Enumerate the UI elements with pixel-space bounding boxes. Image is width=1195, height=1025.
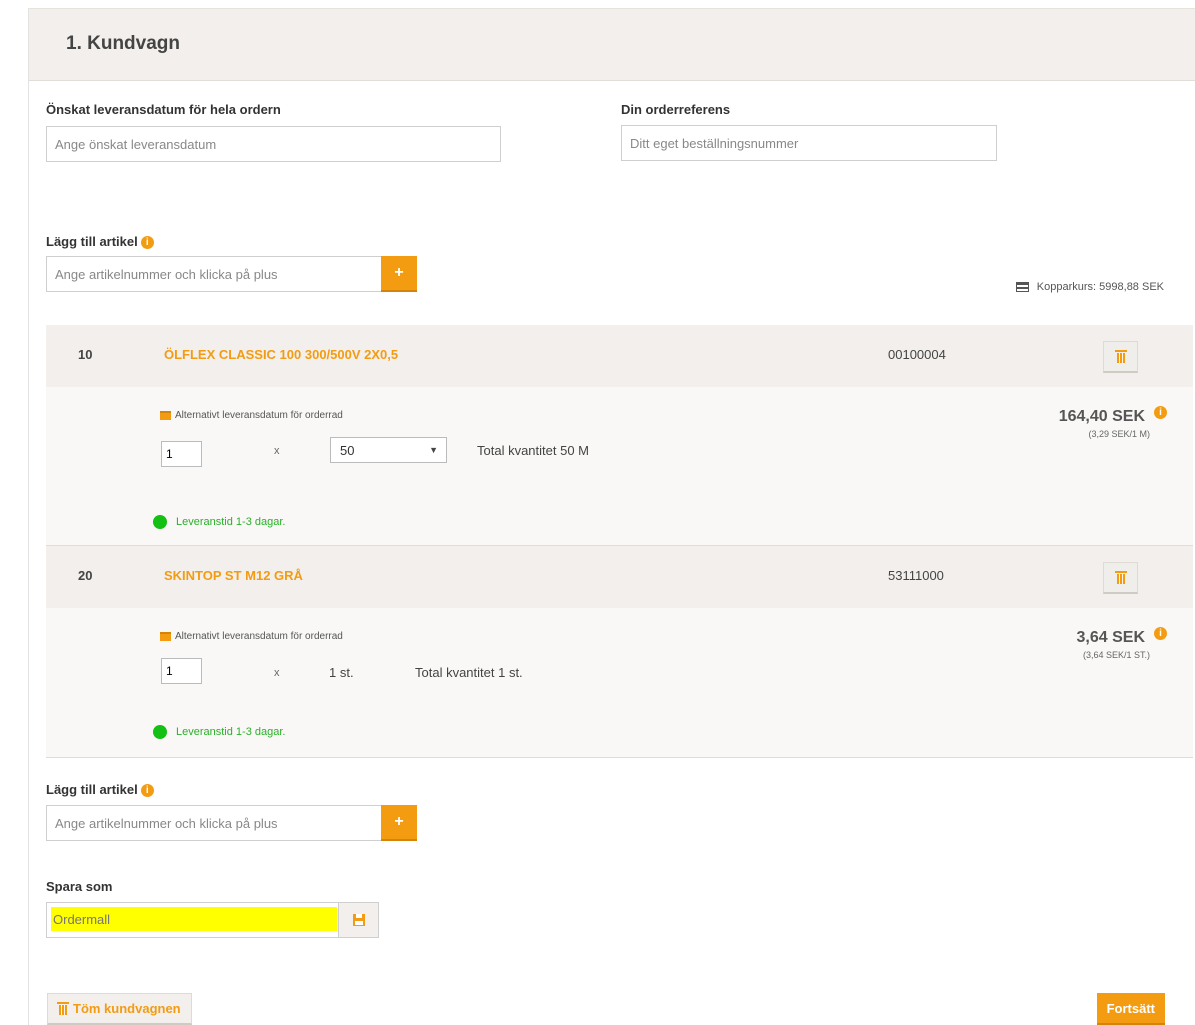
calendar-icon xyxy=(160,632,171,641)
unit-label: 1 st. xyxy=(329,665,354,680)
info-icon[interactable]: i xyxy=(140,236,154,250)
delivery-time-text: Leveranstid 1-3 dagar. xyxy=(176,516,286,528)
calendar-icon xyxy=(160,411,171,420)
trash-icon xyxy=(57,1002,69,1015)
add-article-label-text: Lägg till artikel xyxy=(46,782,138,797)
add-article-label: Lägg till artikel i xyxy=(46,234,154,250)
article-name-link[interactable]: ÖLFLEX CLASSIC 100 300/500V 2X0,5 xyxy=(164,347,398,362)
save-template-button[interactable] xyxy=(338,902,379,938)
save-as-label: Spara som xyxy=(46,879,113,894)
page-title: 1. Kundvagn xyxy=(66,33,181,54)
cart-header: 1. Kundvagn xyxy=(29,9,1195,81)
row-price-value: 3,64 SEK xyxy=(1076,629,1145,646)
add-article-input[interactable] xyxy=(46,805,382,841)
alt-delivery-date-link[interactable]: Alternativt leveransdatum för orderrad xyxy=(160,410,343,421)
article-name-link[interactable]: SKINTOP ST M12 GRÅ xyxy=(164,568,303,583)
row-price-value: 164,40 SEK xyxy=(1058,408,1145,425)
cart-row-header: 10 ÖLFLEX CLASSIC 100 300/500V 2X0,5 001… xyxy=(46,325,1193,387)
delivery-time: Leveranstid 1-3 dagar. xyxy=(153,725,285,739)
article-number: 00100004 xyxy=(888,347,946,362)
delivery-time: Leveranstid 1-3 dagar. xyxy=(153,515,285,529)
unit-price: (3,29 SEK/1 M) xyxy=(1088,429,1150,439)
length-select[interactable]: 50 ▼ xyxy=(330,437,447,463)
row-position: 20 xyxy=(78,568,93,583)
cart-row-header: 20 SKINTOP ST M12 GRÅ 53111000 xyxy=(46,546,1193,608)
quantity-input[interactable] xyxy=(161,658,202,684)
unit-price: (3,64 SEK/1 ST.) xyxy=(1082,650,1150,660)
chevron-down-icon: ▼ xyxy=(429,445,438,455)
delivery-date-label: Önskat leveransdatum för hela ordern xyxy=(46,102,281,117)
add-article-label-text: Lägg till artikel xyxy=(46,234,138,249)
quantity-input[interactable] xyxy=(161,441,202,467)
trash-icon xyxy=(1114,571,1127,584)
save-as-field xyxy=(46,902,339,938)
order-reference-label: Din orderreferens xyxy=(621,102,731,117)
row-price: 164,40 SEK i (3,29 SEK/1 M) xyxy=(1058,406,1167,439)
row-price: 3,64 SEK i (3,64 SEK/1 ST.) xyxy=(1076,627,1167,660)
cart-row-details: Alternativt leveransdatum för orderrad x… xyxy=(46,608,1193,758)
add-article-label: Lägg till artikel i xyxy=(46,782,154,798)
floppy-disk-icon xyxy=(352,914,365,926)
alt-delivery-date-link[interactable]: Alternativt leveransdatum för orderrad xyxy=(160,631,343,642)
delivery-date-input[interactable] xyxy=(46,126,501,162)
article-number: 53111000 xyxy=(888,568,944,583)
chart-icon[interactable] xyxy=(1015,282,1029,292)
continue-button[interactable]: Fortsätt xyxy=(1096,993,1165,1025)
add-article-input[interactable] xyxy=(46,256,382,292)
cart-row-details: Alternativt leveransdatum för orderrad x… xyxy=(46,387,1193,546)
price-info-icon[interactable]: i xyxy=(1154,406,1167,420)
row-position: 10 xyxy=(78,347,93,362)
info-icon[interactable]: i xyxy=(140,784,154,798)
delete-row-button[interactable] xyxy=(1103,341,1138,373)
empty-cart-label: Töm kundvagnen xyxy=(73,1001,181,1016)
length-select-value: 50 xyxy=(340,443,355,458)
add-article-button[interactable]: + xyxy=(381,256,417,292)
copper-rate: Kopparkurs: 5998,88 SEK xyxy=(1015,281,1164,293)
alt-delivery-date-text: Alternativt leveransdatum för orderrad xyxy=(175,631,343,642)
price-info-icon[interactable]: i xyxy=(1154,627,1167,641)
delete-row-button[interactable] xyxy=(1103,562,1138,594)
empty-cart-button[interactable]: Töm kundvagnen xyxy=(47,993,192,1025)
trash-icon xyxy=(1114,350,1127,363)
order-reference-input[interactable] xyxy=(621,125,997,161)
multiply-sign: x xyxy=(274,445,280,457)
add-article-button[interactable]: + xyxy=(381,805,417,841)
total-quantity: Total kvantitet 50 M xyxy=(477,443,589,458)
save-as-input[interactable] xyxy=(51,907,337,931)
delivery-time-text: Leveranstid 1-3 dagar. xyxy=(176,726,286,738)
alt-delivery-date-text: Alternativt leveransdatum för orderrad xyxy=(175,410,343,421)
status-dot-icon xyxy=(153,725,167,739)
cart-panel: 1. Kundvagn Önskat leveransdatum för hel… xyxy=(28,8,1195,1025)
total-quantity: Total kvantitet 1 st. xyxy=(415,665,523,680)
status-dot-icon xyxy=(153,515,167,529)
copper-rate-text: Kopparkurs: 5998,88 SEK xyxy=(1036,281,1164,293)
multiply-sign: x xyxy=(274,667,280,679)
